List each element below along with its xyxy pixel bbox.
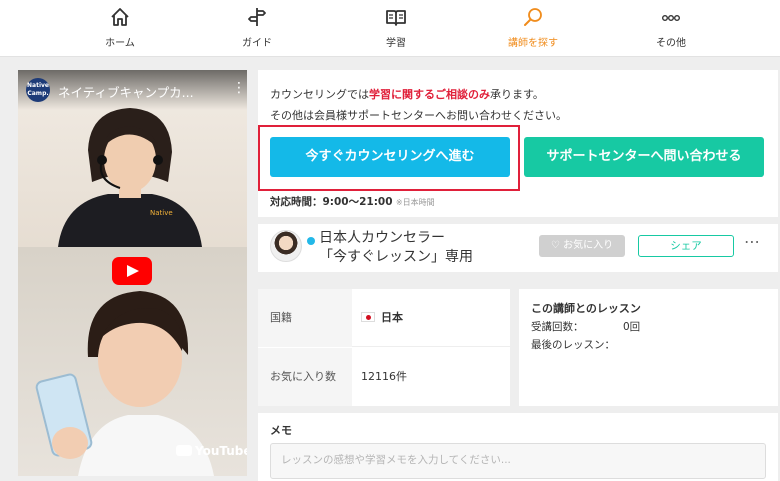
service-hours: 対応時間：9:00〜21:00 ※日本時間 xyxy=(270,196,435,208)
counseling-emphasis: 学習に関するご相談のみ xyxy=(369,88,490,101)
memo-panel: メモ xyxy=(258,413,778,481)
favorite-button[interactable]: ♡ お気に入り xyxy=(539,235,625,257)
play-button[interactable] xyxy=(112,257,152,285)
memo-title: メモ xyxy=(270,424,292,437)
counseling-panel: カウンセリングでは学習に関するご相談のみ承ります。 その他は会員様サポートセンタ… xyxy=(258,70,778,217)
japan-flag-icon xyxy=(361,312,375,322)
favorites-value: 12116件 xyxy=(361,370,407,383)
video-title[interactable]: ネイティブキャンプカ... xyxy=(58,82,194,101)
info-row-favorites: お気に入り数 12116件 xyxy=(258,348,510,406)
info-row-nationality: 国籍 日本 xyxy=(258,289,510,347)
nav-label-more: その他 xyxy=(656,38,686,49)
lesson-history-title: この講師とのレッスン xyxy=(531,302,641,315)
nav-item-find-teacher[interactable]: 講師を探す xyxy=(488,6,578,49)
heart-icon: ♡ xyxy=(550,240,560,251)
memo-input[interactable] xyxy=(270,443,766,479)
nav-label-home: ホーム xyxy=(105,38,135,49)
favorites-label: お気に入り数 xyxy=(258,348,352,406)
lesson-history-panel: この講師とのレッスン 受講回数： 0回 最後のレッスン： xyxy=(519,289,778,406)
svg-text:Native: Native xyxy=(150,209,173,217)
nav-label-guide: ガイド xyxy=(242,38,272,49)
lesson-count-label: 受講回数： xyxy=(531,321,584,333)
avatar[interactable] xyxy=(270,230,302,262)
home-icon xyxy=(111,8,129,26)
channel-logo[interactable]: Native Camp. xyxy=(26,78,50,102)
nav-item-home[interactable]: ホーム xyxy=(75,6,165,49)
youtube-icon xyxy=(176,445,192,456)
teacher-header: 日本人カウンセラー 「今すぐレッスン」専用 ♡ お気に入り シェア ⋯ xyxy=(258,224,778,272)
nationality-label: 国籍 xyxy=(258,289,352,347)
last-lesson-label: 最後のレッスン： xyxy=(531,339,615,351)
nav-item-more[interactable]: その他 xyxy=(626,6,716,49)
search-icon xyxy=(524,8,542,26)
signpost-icon xyxy=(248,8,266,26)
more-icon xyxy=(662,14,680,21)
lesson-count-value: 0回 xyxy=(623,321,641,333)
nationality-value: 日本 xyxy=(361,289,403,347)
start-counseling-button[interactable]: 今すぐカウンセリングへ進む xyxy=(270,137,510,177)
video-menu-icon[interactable]: ⋮ xyxy=(232,80,246,96)
teacher-info-table: 国籍 日本 お気に入り数 12116件 xyxy=(258,289,510,406)
nav-label-find-teacher: 講師を探す xyxy=(508,38,558,49)
share-button[interactable]: シェア xyxy=(638,235,734,257)
youtube-logo[interactable]: YouTube xyxy=(176,444,247,458)
online-status-icon xyxy=(307,237,315,245)
nav-item-study[interactable]: 学習 xyxy=(351,6,441,49)
contact-support-button[interactable]: サポートセンターへ問い合わせる xyxy=(524,137,764,177)
teacher-name: 日本人カウンセラー 「今すぐレッスン」専用 xyxy=(319,230,473,265)
more-options-icon[interactable]: ⋯ xyxy=(744,232,761,251)
counseling-notice: カウンセリングでは学習に関するご相談のみ承ります。 xyxy=(270,88,544,101)
support-notice: その他は会員様サポートセンターへお問い合わせください。 xyxy=(270,109,567,122)
intro-video[interactable]: Native Native Camp. ネイティブキャンプカ... ⋮ YouT… xyxy=(18,70,247,476)
nav-item-guide[interactable]: ガイド xyxy=(212,6,302,49)
nav-label-study: 学習 xyxy=(386,38,406,49)
book-icon xyxy=(386,10,406,26)
top-navigation: ホーム ガイド 学習 講師を探す その他 xyxy=(0,0,780,57)
